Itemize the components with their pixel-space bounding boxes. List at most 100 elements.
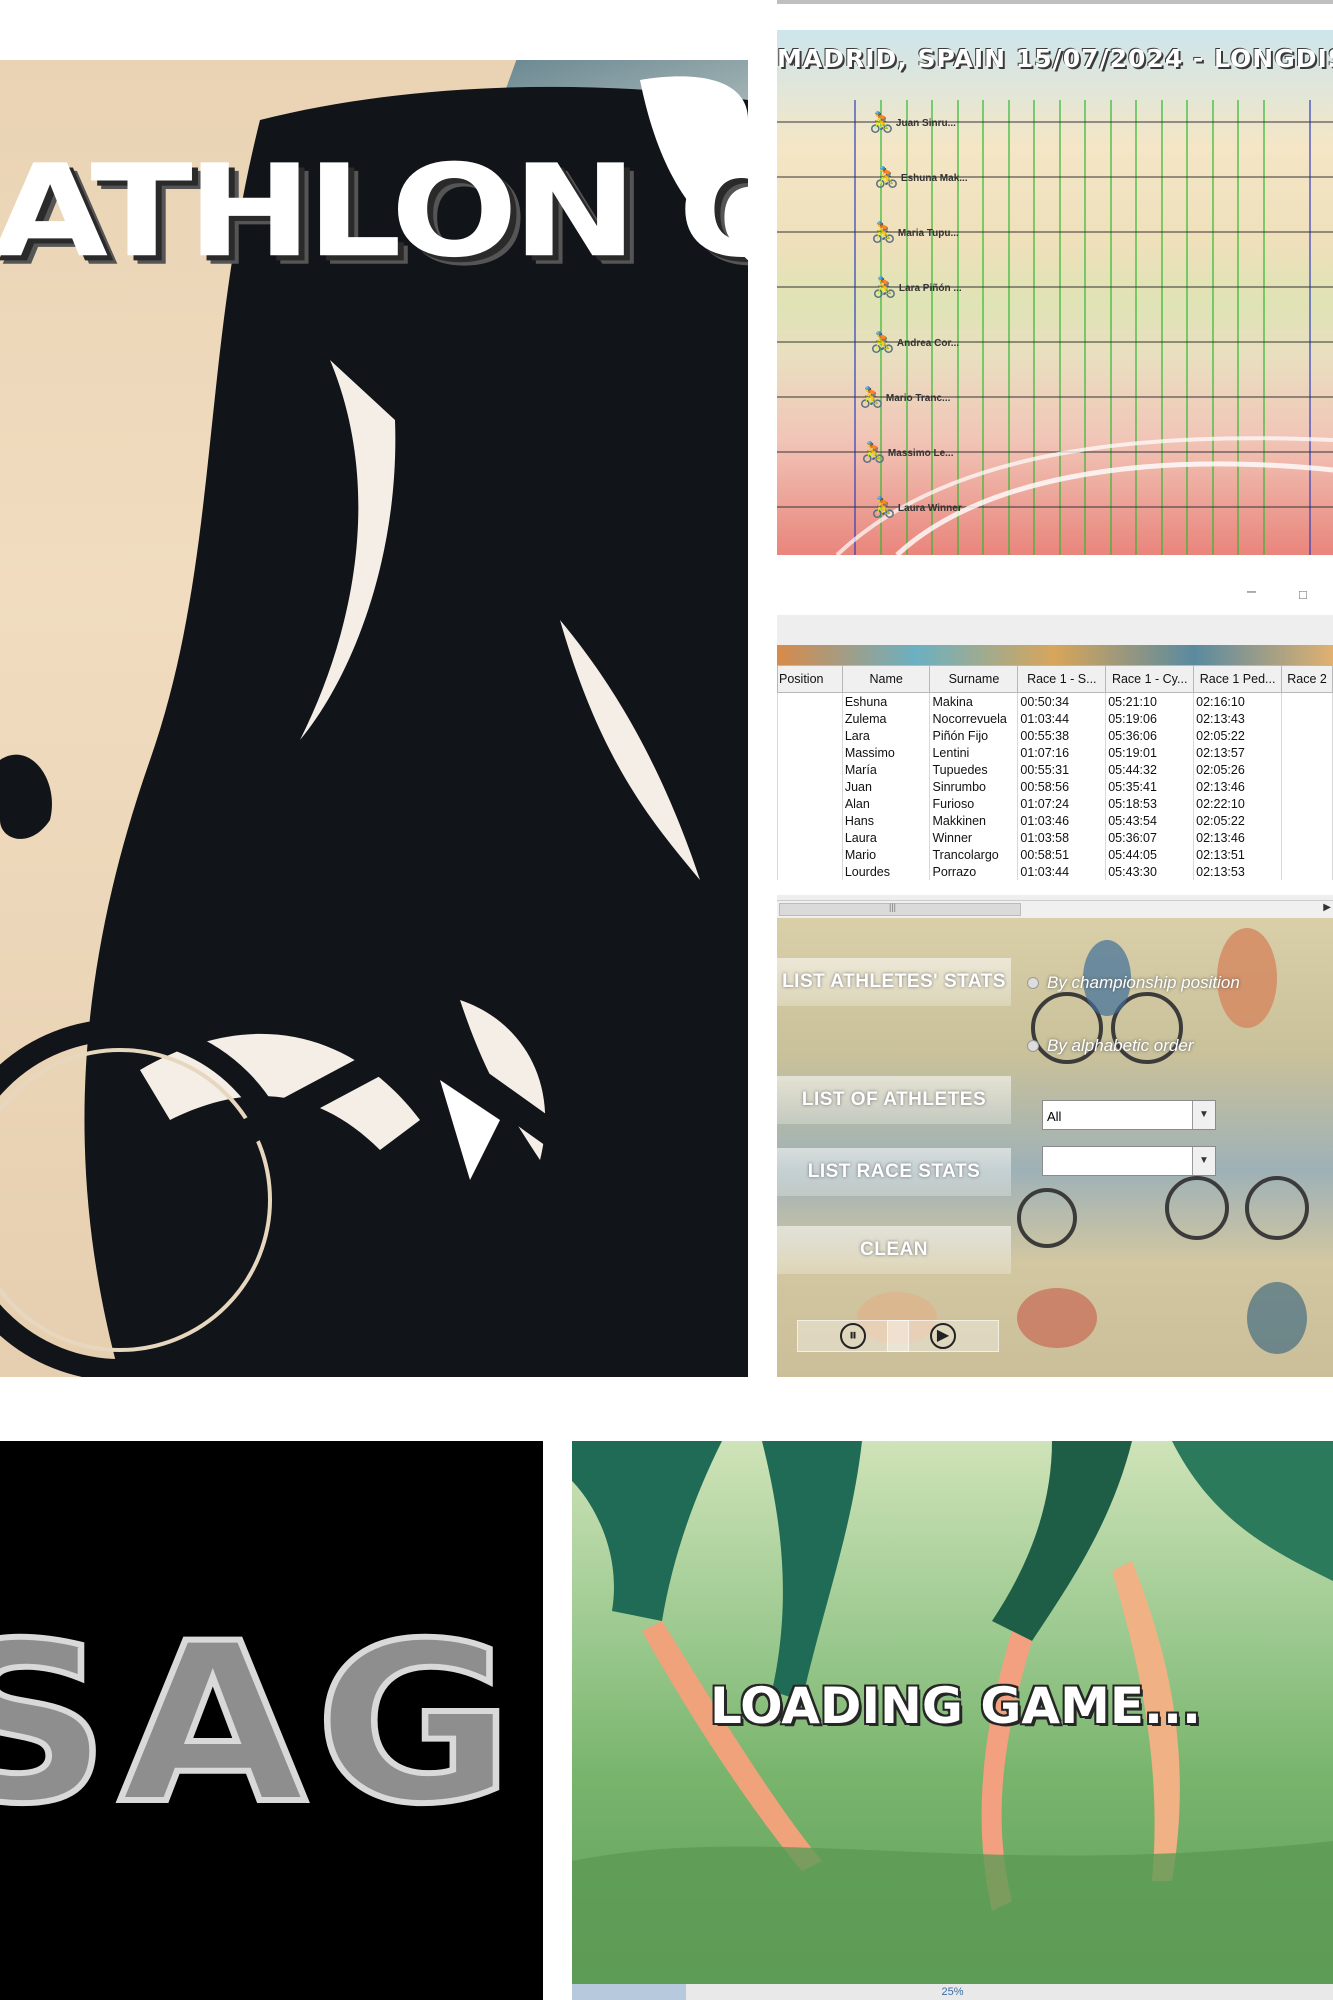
table-cell [1281,710,1333,727]
chevron-down-icon[interactable]: ▼ [1192,1147,1215,1175]
table-cell: Winner [929,829,1019,846]
scroll-right-icon[interactable]: ▶ [1323,902,1331,913]
runner-name: Maria Tupu... [897,227,959,239]
table-cell: Makkinen [929,812,1019,829]
sort-by-championship-radio[interactable]: By championship position [1027,973,1240,993]
table-cell: 02:05:22 [1193,727,1283,744]
table-row[interactable]: Alan Furioso 01:07:24 05:18:53 02:22:10 [777,795,1333,812]
table-cell [777,692,843,710]
minimize-icon[interactable]: – [1247,583,1256,601]
runner-name: Massimo Le... [887,447,954,459]
loading-progress-bar: 25% [572,1984,1333,2000]
table-row[interactable]: María Tupuedes 00:55:31 05:44:32 02:05:26 [777,761,1333,778]
table-cell: 02:22:10 [1193,795,1283,812]
runner-name: Laura Winner [897,502,962,514]
table-row[interactable]: Hans Makkinen 01:03:46 05:43:54 02:05:22 [777,812,1333,829]
table-row[interactable]: Zulema Nocorrevuela 01:03:44 05:19:06 02:13:… [777,710,1333,727]
table-cell: 00:50:34 [1017,692,1107,710]
bike-icon: 🚴 [874,167,899,189]
results-table-container[interactable]: Position Name Surname Race 1 - S... Race… [777,665,1333,895]
scrollbar-grip-icon: ||| [889,902,897,912]
table-cell: 01:03:58 [1017,829,1107,846]
table-cell: 01:03:44 [1017,863,1107,880]
table-body: Eshuna Makina 00:50:34 05:21:10 02:16:10 Zule… [777,692,1333,880]
table-row[interactable]: Eshuna Makina 00:50:34 05:21:10 02:16:10 [777,692,1333,710]
runner: 🚴 Juan Sinru... [869,111,956,135]
table-row[interactable]: Lara Piñón Fijo 00:55:38 05:36:06 02:05:22 [777,727,1333,744]
radio-button-icon[interactable] [1027,977,1039,989]
table-row[interactable]: Juan Sinrumbo 00:58:56 05:35:41 02:13:46 [777,778,1333,795]
table-cell [1281,744,1333,761]
table-cell: Alan [841,795,931,812]
runner: 🚴 Massimo Le... [861,441,953,465]
table-cell: Furioso [929,795,1019,812]
runner: 🚴 Laura Winner [871,496,962,520]
table-cell: 00:58:51 [1017,846,1107,863]
column-header[interactable]: Race 1 - Cy... [1105,665,1195,693]
column-header[interactable]: Race 1 - S... [1017,665,1107,693]
scrollbar-thumb[interactable] [779,903,1021,916]
column-header[interactable]: Race 1 Ped... [1193,665,1283,693]
bike-icon: 🚴 [871,497,896,519]
horizontal-scrollbar[interactable]: ||| ▶ [777,900,1333,917]
play-button[interactable]: ▶ [887,1320,999,1352]
chevron-down-icon[interactable]: ▼ [1192,1101,1215,1129]
splash-screen: SAG [0,1441,543,2000]
bike-icon: 🚴 [869,112,894,134]
window-titlebar: – □ [777,575,1333,615]
table-cell: Trancolargo [929,846,1019,863]
column-header[interactable]: Name [841,665,931,693]
runner: 🚴 Mario Tranc... [859,386,950,410]
table-cell: Laura [841,829,931,846]
race-filter-select[interactable]: ▼ [1042,1146,1216,1176]
table-cell: Lara [841,727,931,744]
athlete-filter-select[interactable]: All ▼ [1042,1100,1216,1130]
column-header[interactable]: Position [777,665,843,693]
runner-name: Lara Piñón ... [898,282,962,294]
column-header[interactable]: Surname [929,665,1019,693]
bike-icon: 🚴 [871,222,896,244]
table-row[interactable]: Laura Winner 01:03:58 05:36:07 02:13:46 [777,829,1333,846]
poster-panel: ATHLON QU [0,60,748,1377]
table-cell: Porrazo [929,863,1019,880]
table-cell [1281,761,1333,778]
list-athletes-stats-button[interactable]: LIST ATHLETES' STATS [777,958,1011,1006]
table-cell [777,710,843,727]
pause-icon: ⏸ [840,1323,866,1349]
table-cell: Eshuna [841,692,931,710]
table-cell: 02:05:26 [1193,761,1283,778]
sort-by-alphabetic-radio[interactable]: By alphabetic order [1027,1036,1193,1056]
runner-name: Juan Sinru... [895,117,956,129]
table-cell: 01:03:44 [1017,710,1107,727]
table-cell: Hans [841,812,931,829]
radio-button-icon[interactable] [1027,1040,1039,1052]
list-race-stats-button[interactable]: LIST RACE STATS [777,1148,1011,1196]
table-row[interactable]: Massimo Lentini 01:07:16 05:19:01 02:13:57 [777,744,1333,761]
table-cell: 00:58:56 [1017,778,1107,795]
table-row[interactable]: Mario Trancolargo 00:58:51 05:44:05 02:13:51 [777,846,1333,863]
table-row[interactable]: Lourdes Porrazo 01:03:44 05:43:30 02:13:53 [777,863,1333,880]
table-cell [777,761,843,778]
table-cell: 02:13:43 [1193,710,1283,727]
table-cell [777,744,843,761]
runner: 🚴 Lara Piñón ... [872,276,962,300]
table-cell: Mario [841,846,931,863]
loading-screen: LOADING GAME... 25% [572,1441,1333,2000]
table-cell [777,795,843,812]
clean-button[interactable]: CLEAN [777,1226,1011,1274]
runner: 🚴 Maria Tupu... [871,221,959,245]
race-track-grid [777,100,1333,555]
stats-banner [777,645,1333,665]
table-cell: 02:05:22 [1193,812,1283,829]
table-header-row: Position Name Surname Race 1 - S... Race… [777,665,1333,693]
bike-icon: 🚴 [872,277,897,299]
column-header[interactable]: Race 2 [1281,665,1333,693]
splash-logo: SAG [0,1593,523,1855]
radio-label: By alphabetic order [1047,1036,1194,1055]
table-cell [777,812,843,829]
table-cell: 05:44:32 [1105,761,1195,778]
list-of-athletes-button[interactable]: LIST OF ATHLETES [777,1076,1011,1124]
athlete-filter-value: All [1047,1109,1062,1124]
maximize-icon[interactable]: □ [1299,587,1307,602]
table-cell: 02:13:57 [1193,744,1283,761]
